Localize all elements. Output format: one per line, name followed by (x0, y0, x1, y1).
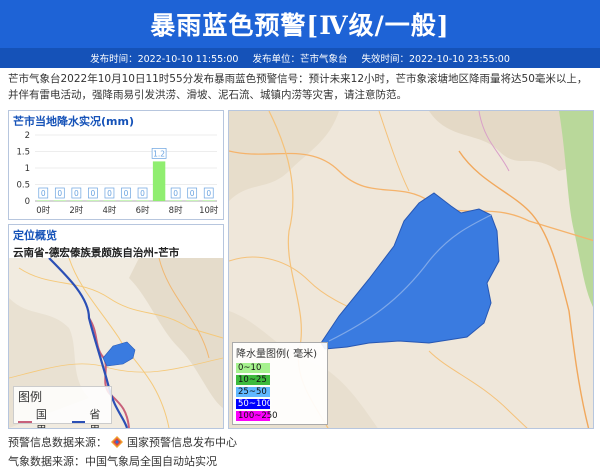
overview-legend: 图例 国界 省界 (13, 386, 112, 428)
y-tick-label: 0.5 (16, 181, 30, 191)
overview-legend-title: 图例 (18, 390, 43, 404)
expire-time: 失效时间：2022-10-10 23:55:00 (361, 54, 510, 65)
data-label: 0 (41, 189, 46, 198)
warning-title: 暴雨蓝色预警[Ⅳ级/一般] (0, 0, 600, 48)
x-tick-label: 4时 (102, 205, 116, 216)
rain-bar-chart: 0 0.5 1 1.5 2 0 0 0 0 0 0 0 1.2 0 0 0 0时 2时 4时 6时 8时 10时 (16, 131, 219, 216)
rain-bar (185, 200, 199, 201)
rain-swatch-0: 0~10 (236, 363, 270, 373)
data-label: 0 (124, 189, 129, 198)
rain-swatch-4: 100~250 (236, 411, 278, 421)
province-border-line-icon (71, 421, 86, 423)
data-label: 0 (91, 189, 96, 198)
rain-legend: 降水量图例( 毫米) 0~10 10~25 25~50 50~100 100~2… (232, 342, 328, 425)
rain-bar (136, 200, 149, 201)
warning-area-map[interactable]: 降水量图例( 毫米) 0~10 10~25 25~50 50~100 100~2… (228, 110, 594, 429)
rain-legend-item: 50~100 (236, 398, 324, 410)
x-tick-label: 0时 (36, 205, 50, 216)
rain-swatch-1: 10~25 (236, 375, 270, 385)
y-tick-label: 1 (25, 164, 30, 174)
rain-legend-item: 10~25 (236, 374, 324, 386)
rain-bar (37, 200, 50, 201)
y-tick-label: 0 (25, 197, 30, 207)
rain-swatch-3: 50~100 (236, 399, 273, 409)
legend-national-border: 国界 省界 (14, 406, 111, 428)
rain-bar (103, 200, 116, 201)
data-label: 0 (206, 189, 211, 198)
data-label: 1.2 (153, 149, 165, 158)
rain-bar (152, 161, 166, 201)
data-label: 0 (173, 189, 178, 198)
rain-observation-panel: 芒市当地降水实况(mm) 0 0.5 1 1.5 2 0 0 0 0 0 0 0 1.2 0 0 0 0时 2时 4… (8, 110, 224, 220)
data-label: 0 (107, 189, 112, 198)
rain-legend-item: 100~250 (236, 410, 324, 422)
rain-bar (119, 200, 133, 201)
national-border-line-icon (18, 421, 32, 423)
rain-bar (86, 200, 100, 201)
data-label: 0 (140, 189, 145, 198)
x-tick-label: 10时 (199, 205, 219, 216)
warning-source: 预警信息数据来源： 国家预警信息发布中心 (8, 434, 237, 450)
rain-panel-title: 芒市当地降水实况(mm) (13, 115, 134, 128)
rain-bar (169, 200, 182, 201)
y-tick-label: 1.5 (16, 148, 30, 158)
x-tick-label: 8时 (169, 205, 183, 216)
publish-time: 发布时间：2022-10-10 11:55:00 (90, 54, 239, 65)
location-overview-panel: 定位概览 云南省-德宏傣族景颇族自治州-芒市 图例 国界 省界 (8, 224, 224, 429)
x-tick-label: 6时 (136, 205, 150, 216)
rain-legend-item: 0~10 (236, 362, 324, 374)
rain-bar (70, 200, 83, 201)
publisher: 发布单位：芒市气象台 (252, 54, 348, 65)
x-tick-label: 2时 (69, 205, 83, 216)
y-tick-label: 2 (25, 131, 30, 141)
weather-source: 气象数据来源：中国气象局全国自动站实况 (8, 455, 217, 468)
rain-legend-title: 降水量图例( 毫米) (236, 349, 317, 360)
rain-bar (53, 200, 67, 201)
warning-description: 芒市气象台2022年10月10日11时55分发布暴雨蓝色预警信号：预计未来12小… (8, 73, 588, 101)
data-label: 0 (190, 189, 195, 198)
rain-legend-item: 25~50 (236, 386, 324, 398)
warning-source-link[interactable]: 国家预警信息发布中心 (127, 434, 237, 450)
warning-info-bar: 发布时间：2022-10-10 11:55:00 发布单位：芒市气象台 失效时间… (0, 48, 600, 68)
warning-center-logo-icon (111, 436, 123, 448)
location-title: 定位概览 (13, 229, 57, 242)
rain-bar (202, 200, 215, 201)
data-label: 0 (57, 189, 62, 198)
data-label: 0 (74, 189, 79, 198)
rain-swatch-2: 25~50 (236, 387, 270, 397)
